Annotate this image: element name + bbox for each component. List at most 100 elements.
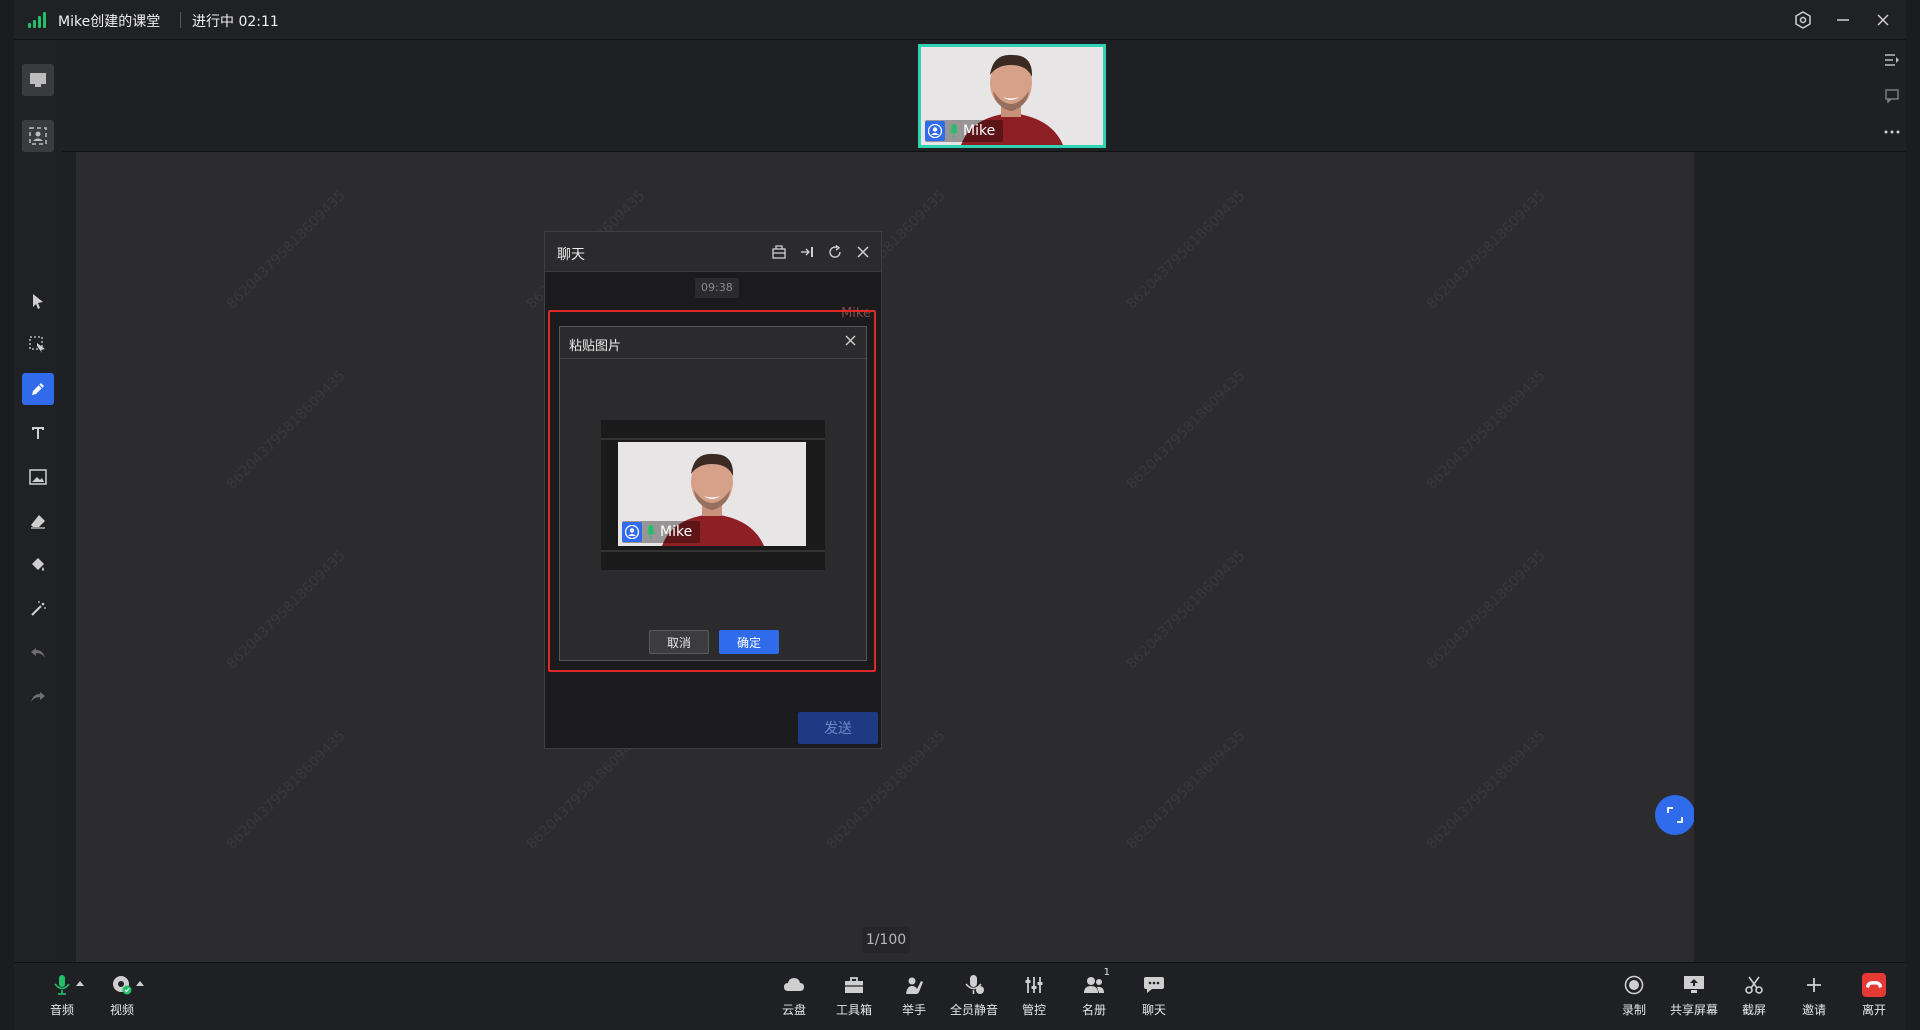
send-button[interactable]: 发送 <box>798 712 878 744</box>
video-strip: Mike <box>62 40 1906 152</box>
raise-hand-button[interactable]: 举手 <box>886 973 942 1023</box>
audio-options-caret[interactable] <box>76 981 84 986</box>
cancel-button[interactable]: 取消 <box>649 630 709 654</box>
chat-timestamp: 09:38 <box>695 278 739 298</box>
settings-button[interactable] <box>1791 8 1815 32</box>
minimize-button[interactable] <box>1831 8 1855 32</box>
plus-icon <box>1802 973 1826 997</box>
cloud-icon <box>782 973 806 997</box>
person-frame-icon <box>29 127 47 145</box>
text-tool-button[interactable] <box>22 417 54 449</box>
more-options-button[interactable] <box>1880 120 1904 144</box>
laser-pointer-button[interactable] <box>22 593 54 625</box>
fullscreen-button[interactable] <box>1655 795 1694 835</box>
preview-participant-name: Mike <box>660 524 693 540</box>
watermark: 862043795818609435 <box>1423 187 1549 313</box>
settings-icon <box>1795 11 1811 29</box>
layout-toggle-button[interactable] <box>1880 48 1904 72</box>
raise-hand-icon <box>902 973 926 997</box>
share-screen-icon <box>1682 973 1706 997</box>
marquee-select-button[interactable] <box>22 329 54 361</box>
board-icon <box>30 73 46 87</box>
cloud-drive-button[interactable]: 云盘 <box>766 973 822 1023</box>
screenshot-label: 截屏 <box>1741 1003 1766 1017</box>
refresh-icon <box>829 245 841 258</box>
watermark: 862043795818609435 <box>1423 547 1549 673</box>
invite-button[interactable]: 邀请 <box>1786 973 1842 1023</box>
chat-close-button[interactable] <box>853 242 873 262</box>
paste-image-dialog: 粘贴图片 Mike 取消 确定 <box>559 326 867 661</box>
roster-button[interactable]: 1 名册 <box>1066 967 1122 1023</box>
invite-label: 邀请 <box>1801 1003 1826 1017</box>
pen-tool-button[interactable] <box>22 373 54 405</box>
preview-participant-tag: Mike <box>622 521 701 543</box>
audio-label: 音频 <box>49 1003 74 1017</box>
watermark: 862043795818609435 <box>1123 547 1249 673</box>
controls-button[interactable]: 管控 <box>1006 973 1062 1023</box>
chat-history-button[interactable] <box>769 242 789 262</box>
hang-up-icon <box>1862 973 1886 997</box>
focus-mode-button[interactable] <box>22 120 54 152</box>
more-icon <box>1884 130 1900 134</box>
video-options-caret[interactable] <box>136 981 144 986</box>
page-indicator[interactable]: 1/100 <box>862 927 910 953</box>
watermark: 862043795818609435 <box>223 547 349 673</box>
audio-button[interactable]: 音频 <box>34 973 90 1023</box>
controls-label: 管控 <box>1021 1003 1046 1017</box>
record-button[interactable]: 录制 <box>1606 973 1662 1023</box>
share-screen-button[interactable]: 共享屏幕 <box>1666 973 1722 1023</box>
toolbox-button[interactable]: 工具箱 <box>826 973 882 1023</box>
chat-header: 聊天 <box>545 232 881 272</box>
microphone-icon <box>50 973 74 997</box>
watermark: 862043795818609435 <box>223 727 349 853</box>
microphone-active-icon <box>646 525 656 539</box>
roster-count-badge: 1 <box>1103 967 1110 978</box>
toolbox-icon <box>842 973 866 997</box>
pasted-image-preview: Mike <box>601 420 825 570</box>
title-bar: Mike创建的课堂 进行中 02:11 <box>14 0 1906 40</box>
close-icon <box>1877 14 1889 26</box>
watermark: 862043795818609435 <box>223 367 349 493</box>
undo-icon <box>31 648 45 658</box>
fill-tool-button[interactable] <box>22 549 54 581</box>
archive-icon <box>772 245 786 259</box>
room-title: Mike创建的课堂 <box>58 14 161 30</box>
redo-button[interactable] <box>22 681 54 713</box>
video-tile-mike[interactable]: Mike <box>918 44 1106 148</box>
classroom-app: Mike创建的课堂 进行中 02:11 Mike 862043795818609… <box>14 0 1906 1030</box>
leave-button[interactable]: 离开 <box>1846 973 1902 1023</box>
share-screen-label: 共享屏幕 <box>1669 1003 1718 1017</box>
redo-icon <box>31 692 45 702</box>
video-button[interactable]: 视频 <box>94 973 150 1023</box>
chat-icon <box>1142 973 1166 997</box>
chat-detach-button[interactable] <box>797 242 817 262</box>
mute-all-button[interactable]: 全员静音 <box>946 973 1002 1023</box>
class-status: 进行中 02:11 <box>192 14 279 30</box>
whiteboard-toggle-button[interactable] <box>22 64 54 96</box>
leave-label: 离开 <box>1861 1003 1886 1017</box>
magic-wand-icon <box>31 601 46 616</box>
user-avatar-icon <box>925 121 945 141</box>
chat-bubble-button[interactable] <box>1880 84 1904 108</box>
roster-icon: 1 <box>1082 967 1110 997</box>
pin-right-icon <box>801 247 813 257</box>
eraser-tool-button[interactable] <box>22 505 54 537</box>
undo-button[interactable] <box>22 637 54 669</box>
screenshot-button[interactable]: 截屏 <box>1726 973 1782 1023</box>
chat-button[interactable]: 聊天 <box>1126 973 1182 1023</box>
whiteboard-canvas[interactable]: 862043795818609435 862043795818609435 86… <box>76 152 1694 962</box>
close-icon <box>845 335 856 346</box>
paste-dialog-title: 粘贴图片 <box>569 339 622 354</box>
watermark: 862043795818609435 <box>1423 367 1549 493</box>
signal-strength-icon <box>28 12 46 28</box>
select-tool-button[interactable] <box>22 285 54 317</box>
title-divider <box>180 12 181 28</box>
chat-refresh-button[interactable] <box>825 242 845 262</box>
close-window-button[interactable] <box>1871 8 1895 32</box>
image-tool-button[interactable] <box>22 461 54 493</box>
pen-icon <box>32 383 44 395</box>
text-icon <box>32 427 44 439</box>
confirm-button[interactable]: 确定 <box>719 630 779 654</box>
watermark: 862043795818609435 <box>1123 367 1249 493</box>
paste-dialog-close-button[interactable] <box>845 334 856 350</box>
